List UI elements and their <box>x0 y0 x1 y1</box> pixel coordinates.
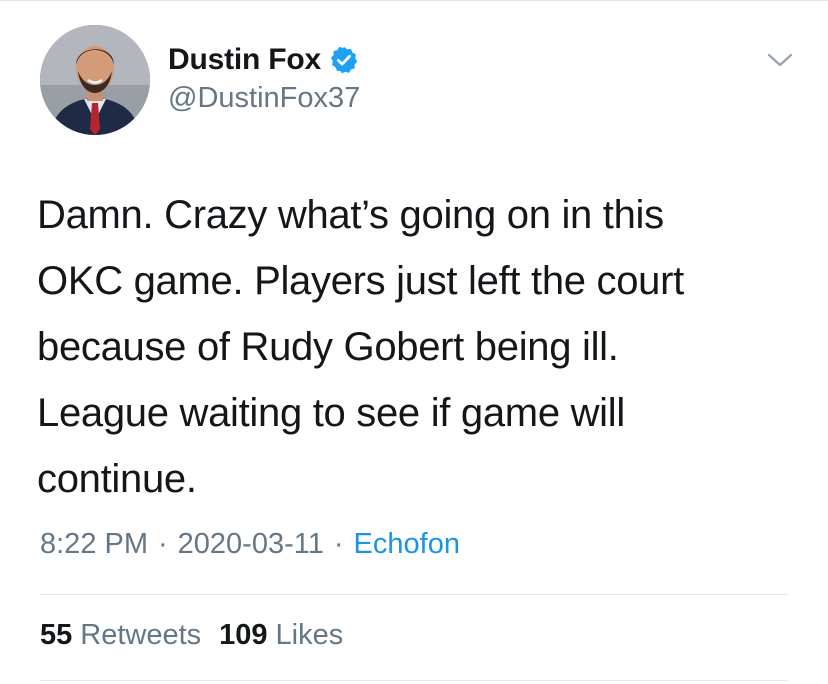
tweet-date[interactable]: 2020-03-11 <box>178 528 324 561</box>
meta-separator: · <box>158 528 168 560</box>
meta-separator: · <box>333 528 344 560</box>
chevron-down-icon[interactable] <box>766 50 794 70</box>
top-divider <box>0 0 828 1</box>
divider <box>40 594 788 595</box>
avatar-photo <box>40 25 150 135</box>
user-handle[interactable]: @DustinFox37 <box>168 82 360 115</box>
verified-badge-icon <box>329 45 359 75</box>
name-row: Dustin Fox <box>168 40 360 80</box>
retweets-count: 55 <box>40 619 73 651</box>
tweet-meta: 8:22 PM · 2020-03-11 · Echofon <box>40 528 460 561</box>
likes-count: 109 <box>219 619 268 651</box>
tweet-time[interactable]: 8:22 PM <box>40 528 148 561</box>
tweet-detail: Dustin Fox @DustinFox37 Damn. Crazy what… <box>0 0 828 684</box>
likes-label: Likes <box>275 619 344 651</box>
avatar[interactable] <box>40 25 150 135</box>
display-name[interactable]: Dustin Fox <box>168 43 321 77</box>
source-link[interactable]: Echofon <box>354 528 460 561</box>
divider <box>40 680 788 681</box>
author-block: Dustin Fox @DustinFox37 <box>168 40 360 115</box>
retweets-stat[interactable]: 55 Retweets <box>40 619 201 652</box>
tweet-text: Damn. Crazy what’s going on in this OKC … <box>37 193 684 501</box>
likes-stat[interactable]: 109 Likes <box>219 619 343 652</box>
tweet-stats: 55 Retweets 109 Likes <box>40 619 343 652</box>
retweets-label: Retweets <box>80 619 202 651</box>
